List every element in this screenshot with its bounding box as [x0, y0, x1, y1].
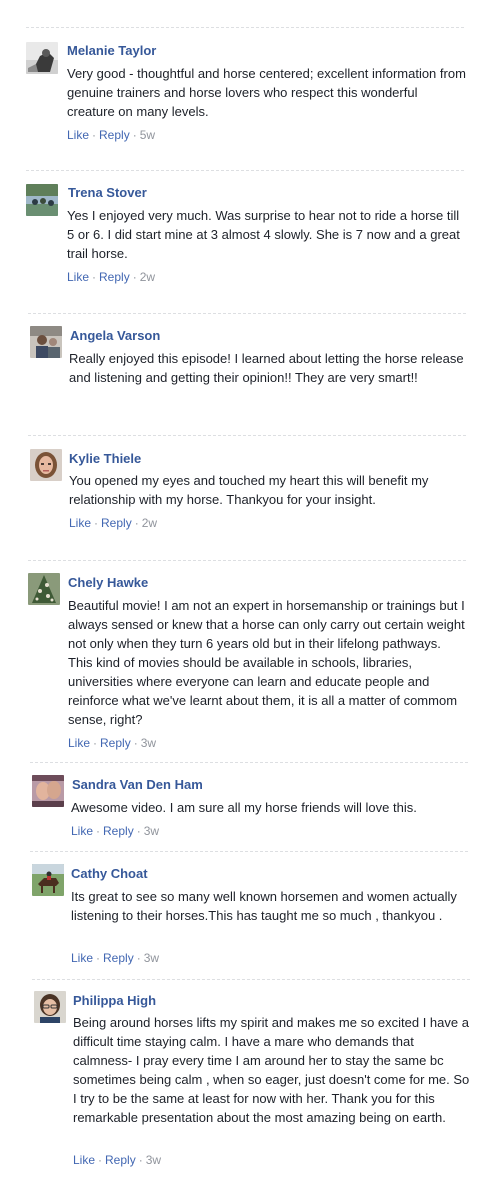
separator — [30, 762, 468, 763]
like-button[interactable]: Like — [71, 824, 93, 838]
avatar[interactable] — [26, 184, 58, 216]
separator — [28, 313, 466, 314]
comment-text: You opened my eyes and touched my heart … — [69, 473, 429, 507]
avatar-photo-icon — [30, 326, 62, 358]
reply-button[interactable]: Reply — [103, 951, 134, 965]
avatar-photo-icon — [28, 573, 60, 605]
author-name[interactable]: Philippa High — [73, 993, 156, 1008]
comment-actions: Like · Reply · 3w — [71, 951, 160, 965]
comment-text: Very good - thoughtful and horse centere… — [67, 66, 466, 119]
avatar-photo-icon — [26, 184, 58, 216]
comment-text: Beautiful movie! I am not an expert in h… — [68, 598, 465, 727]
avatar[interactable] — [26, 42, 58, 74]
timestamp[interactable]: 2w — [142, 516, 157, 530]
comment-text: Awesome video. I am sure all my horse fr… — [71, 800, 417, 815]
avatar-photo-icon — [32, 775, 64, 807]
like-button[interactable]: Like — [71, 951, 93, 965]
author-name[interactable]: Kylie Thiele — [69, 451, 141, 466]
separator — [32, 979, 470, 980]
timestamp[interactable]: 3w — [144, 951, 159, 965]
separator — [26, 170, 464, 171]
avatar[interactable] — [28, 573, 60, 605]
like-button[interactable]: Like — [69, 516, 91, 530]
avatar-photo-icon — [30, 449, 62, 481]
like-button[interactable]: Like — [68, 736, 90, 750]
avatar-photo-icon — [32, 864, 64, 896]
separator — [30, 851, 468, 852]
timestamp[interactable]: 3w — [146, 1153, 161, 1167]
comment-actions: Like · Reply · 3w — [73, 1153, 162, 1167]
comment-text: Being around horses lifts my spirit and … — [73, 1015, 470, 1125]
comment-actions: Like · Reply · 2w — [69, 516, 158, 530]
separator — [28, 560, 466, 561]
timestamp[interactable]: 2w — [140, 270, 155, 284]
avatar-photo-icon — [26, 42, 58, 74]
author-name[interactable]: Melanie Taylor — [67, 43, 156, 58]
timestamp[interactable]: 5w — [140, 128, 155, 142]
reply-button[interactable]: Reply — [100, 736, 131, 750]
comment-feed: Melanie Taylor Very good - thoughtful an… — [0, 0, 490, 1182]
separator — [28, 435, 466, 436]
reply-button[interactable]: Reply — [99, 128, 130, 142]
comment-actions: Like · Reply · 3w — [68, 736, 157, 750]
avatar[interactable] — [34, 991, 66, 1023]
timestamp[interactable]: 3w — [141, 736, 156, 750]
like-button[interactable]: Like — [73, 1153, 95, 1167]
comment-actions: Like · Reply · 2w — [67, 270, 156, 284]
avatar[interactable] — [30, 449, 62, 481]
timestamp[interactable]: 3w — [144, 824, 159, 838]
reply-button[interactable]: Reply — [103, 824, 134, 838]
avatar[interactable] — [32, 775, 64, 807]
reply-button[interactable]: Reply — [105, 1153, 136, 1167]
avatar[interactable] — [32, 864, 64, 896]
author-name[interactable]: Sandra Van Den Ham — [72, 777, 203, 792]
like-button[interactable]: Like — [67, 128, 89, 142]
author-name[interactable]: Chely Hawke — [68, 575, 148, 590]
author-name[interactable]: Trena Stover — [68, 185, 147, 200]
avatar[interactable] — [30, 326, 62, 358]
author-name[interactable]: Angela Varson — [70, 328, 160, 343]
comment-text: Its great to see so many well known hors… — [71, 889, 457, 923]
like-button[interactable]: Like — [67, 270, 89, 284]
reply-button[interactable]: Reply — [101, 516, 132, 530]
reply-button[interactable]: Reply — [99, 270, 130, 284]
comment-text: Yes I enjoyed very much. Was surprise to… — [67, 208, 460, 261]
comment-actions: Like · Reply · 5w — [67, 128, 156, 142]
separator — [26, 27, 464, 28]
comment-actions: Like · Reply · 3w — [71, 824, 160, 838]
author-name[interactable]: Cathy Choat — [71, 866, 148, 881]
avatar-photo-icon — [34, 991, 66, 1023]
comment-text: Really enjoyed this episode! I learned a… — [69, 351, 464, 385]
